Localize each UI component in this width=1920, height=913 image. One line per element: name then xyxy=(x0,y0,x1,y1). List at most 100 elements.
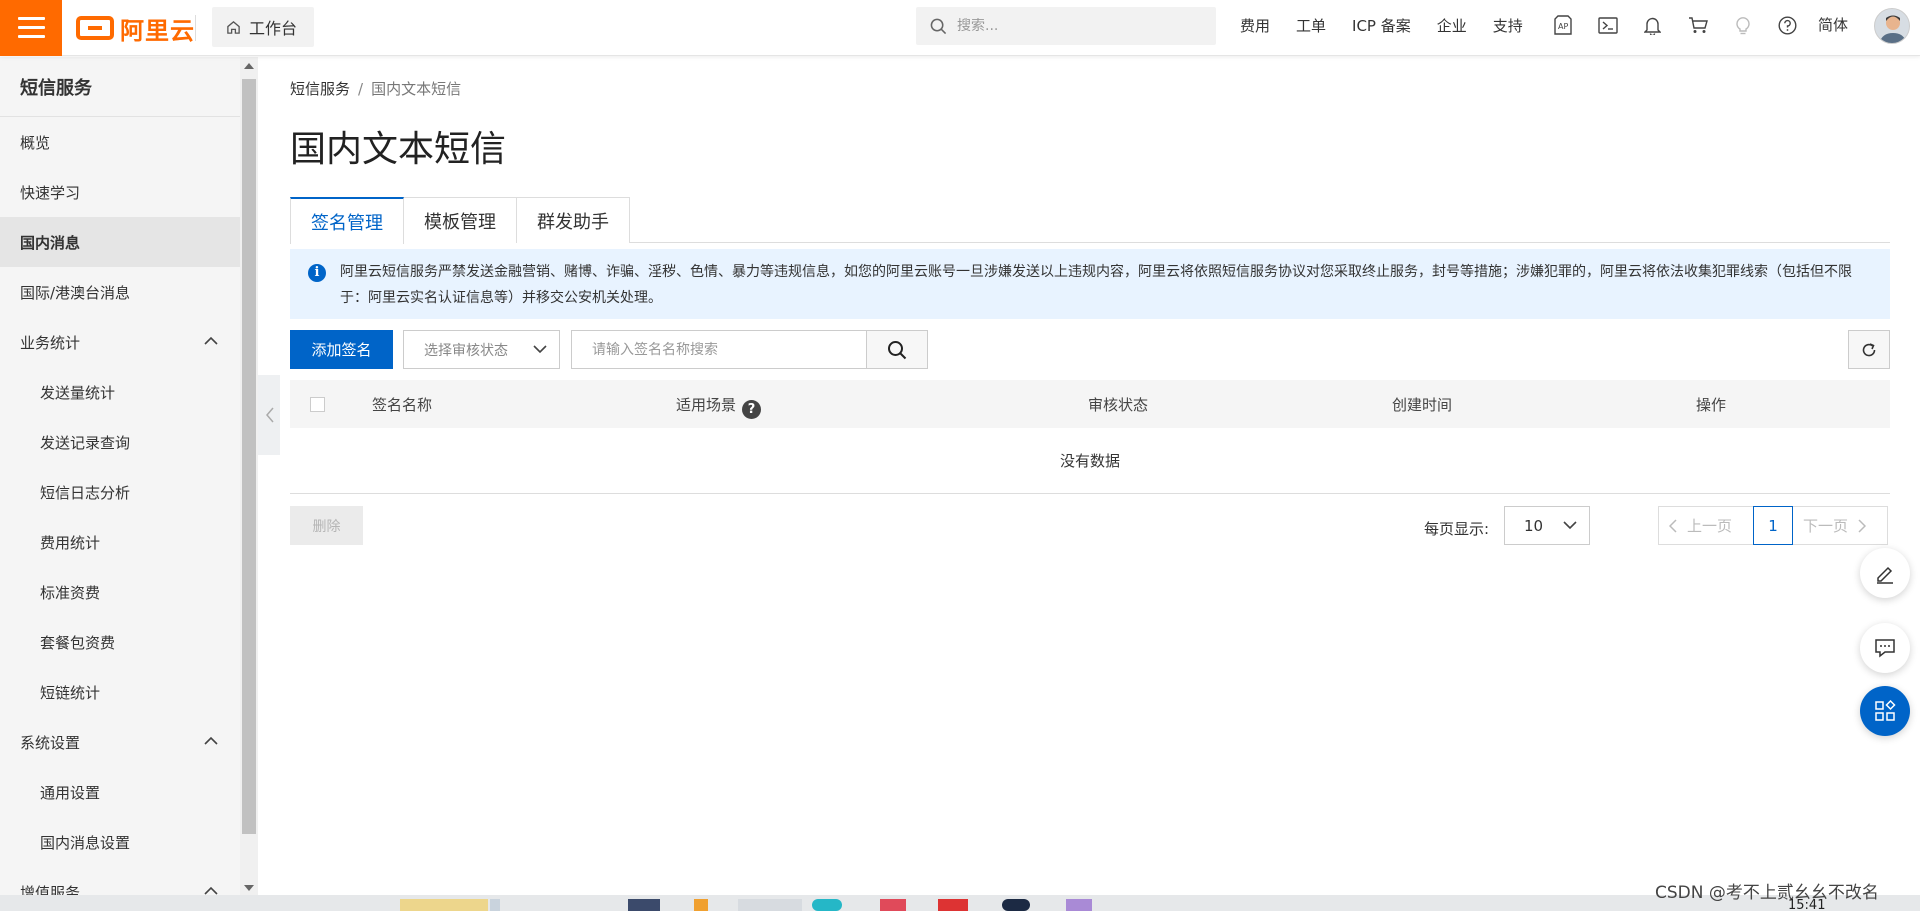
fees-link[interactable]: 费用 xyxy=(1240,15,1270,36)
menu-line xyxy=(18,26,45,29)
taskbar-app-icon[interactable] xyxy=(812,899,842,911)
taskbar-app-icon[interactable] xyxy=(880,899,906,911)
hamburger-menu-button[interactable] xyxy=(0,0,62,56)
workbench-button[interactable]: 工作台 xyxy=(212,7,314,47)
language-switch[interactable]: 简体 xyxy=(1818,14,1848,35)
tab-signature-management[interactable]: 签名管理 xyxy=(290,197,404,244)
signature-name-search[interactable] xyxy=(571,330,867,369)
global-search[interactable] xyxy=(916,7,1216,45)
taskbar-app-icon[interactable] xyxy=(694,899,708,911)
tab-bar: 签名管理 模板管理 群发助手 xyxy=(290,197,1890,244)
tickets-link[interactable]: 工单 xyxy=(1296,15,1326,36)
next-page-button[interactable]: 下一页 xyxy=(1792,506,1888,545)
logo-mark-icon xyxy=(76,16,114,40)
per-page-label: 每页显示: xyxy=(1424,520,1490,538)
sidebar-group-system-settings[interactable]: 系统设置 xyxy=(0,717,240,767)
signature-name-search-input[interactable] xyxy=(572,331,866,368)
chevron-up-icon xyxy=(204,336,218,345)
prev-page-button[interactable]: 上一页 xyxy=(1658,506,1754,545)
sidebar-item-overview[interactable]: 概览 xyxy=(0,117,240,167)
page-title: 国内文本短信 xyxy=(290,129,507,170)
apps-button[interactable] xyxy=(1860,686,1910,736)
feedback-edit-button[interactable] xyxy=(1860,548,1910,598)
sidebar-item-short-link-stats[interactable]: 短链统计 xyxy=(0,667,240,717)
support-link[interactable]: 支持 xyxy=(1493,15,1523,36)
bell-icon[interactable] xyxy=(1630,0,1675,50)
sidebar-item-general-settings[interactable]: 通用设置 xyxy=(0,767,240,817)
chevron-down-icon xyxy=(533,345,547,354)
refresh-button[interactable] xyxy=(1848,330,1890,369)
search-icon xyxy=(888,340,907,359)
column-header-created-time: 创建时间 xyxy=(1392,396,1453,414)
sidebar-item-label: 通用设置 xyxy=(40,783,101,802)
sidebar-item-sms-log-analysis[interactable]: 短信日志分析 xyxy=(0,467,240,517)
sidebar-item-international-messages[interactable]: 国际/港澳台消息 xyxy=(0,267,240,317)
sidebar-item-label: 发送记录查询 xyxy=(40,433,131,452)
select-all-checkbox[interactable] xyxy=(310,397,325,412)
sidebar-item-label: 概览 xyxy=(20,133,51,152)
scrollbar-thumb[interactable] xyxy=(242,79,256,834)
review-status-select[interactable]: 选择审核状态 xyxy=(403,330,560,369)
user-avatar[interactable] xyxy=(1874,8,1910,44)
breadcrumb: 短信服务 / 国内文本短信 xyxy=(290,78,461,99)
sidebar-item-label: 短链统计 xyxy=(40,683,101,702)
breadcrumb-root-link[interactable]: 短信服务 xyxy=(290,80,350,98)
question-mark-icon[interactable]: ? xyxy=(742,400,762,419)
apps-grid-icon xyxy=(1875,700,1896,721)
sidebar-item-label: 国际/港澳台消息 xyxy=(20,283,131,302)
taskbar-app-icon[interactable] xyxy=(1066,899,1092,911)
column-header-actions: 操作 xyxy=(1696,396,1727,414)
taskbar-app-icon[interactable] xyxy=(628,899,660,911)
page-number-button[interactable]: 1 xyxy=(1753,506,1793,545)
icp-filing-link[interactable]: ICP 备案 xyxy=(1352,15,1411,36)
divider xyxy=(195,15,196,41)
sidebar-item-label: 费用统计 xyxy=(40,533,101,552)
taskbar-divider xyxy=(490,899,500,911)
per-page-select[interactable]: 10 xyxy=(1504,506,1590,545)
sidebar-item-send-record-query[interactable]: 发送记录查询 xyxy=(0,417,240,467)
sidebar-item-label: 发送量统计 xyxy=(40,383,116,402)
search-button[interactable] xyxy=(866,330,928,369)
aliyun-logo[interactable]: 阿里云 xyxy=(76,12,195,45)
sidebar-item-label: 国内消息设置 xyxy=(40,833,131,852)
os-taskbar xyxy=(0,895,1920,911)
enterprise-link[interactable]: 企业 xyxy=(1437,15,1467,36)
help-circle-icon[interactable] xyxy=(1765,0,1810,50)
sidebar-item-quick-learn[interactable]: 快速学习 xyxy=(0,167,240,217)
sidebar-group-value-added-services[interactable]: 增值服务 xyxy=(0,867,240,895)
sidebar-item-domestic-message-settings[interactable]: 国内消息设置 xyxy=(0,817,240,867)
sidebar-group-business-stats[interactable]: 业务统计 xyxy=(0,317,240,367)
terminal-icon[interactable] xyxy=(1585,0,1630,50)
sidebar-item-fee-stats[interactable]: 费用统计 xyxy=(0,517,240,567)
sidebar-item-label: 业务统计 xyxy=(20,333,81,352)
add-signature-button[interactable]: 添加签名 xyxy=(290,330,393,369)
scroll-up-arrow[interactable] xyxy=(244,63,254,69)
sidebar-item-standard-pricing[interactable]: 标准资费 xyxy=(0,567,240,617)
chat-button[interactable] xyxy=(1860,623,1910,673)
edit-icon xyxy=(1877,566,1893,584)
api-icon[interactable]: AP xyxy=(1540,0,1585,50)
sidebar-item-label: 套餐包资费 xyxy=(40,633,116,652)
taskbar-app-icon[interactable] xyxy=(1002,899,1030,911)
scroll-down-arrow[interactable] xyxy=(244,885,254,891)
chevron-up-icon xyxy=(204,736,218,745)
cart-icon[interactable] xyxy=(1675,0,1720,50)
tab-template-management[interactable]: 模板管理 xyxy=(403,197,517,243)
tab-bulk-send-assistant[interactable]: 群发助手 xyxy=(516,197,630,243)
taskbar-app-icon[interactable] xyxy=(738,899,802,911)
sidebar-scrollbar[interactable] xyxy=(240,57,258,895)
lightbulb-icon[interactable] xyxy=(1720,0,1765,50)
sidebar-item-label: 系统设置 xyxy=(20,733,81,752)
sidebar-item-send-volume-stats[interactable]: 发送量统计 xyxy=(0,367,240,417)
delete-button[interactable]: 删除 xyxy=(290,506,363,545)
sidebar-collapse-button[interactable] xyxy=(258,375,280,455)
sidebar-item-domestic-messages[interactable]: 国内消息 xyxy=(0,217,240,267)
taskbar-app-icon[interactable] xyxy=(400,899,488,911)
chevron-down-icon xyxy=(1563,521,1577,530)
svg-text:AP: AP xyxy=(1558,22,1568,31)
chevron-left-icon xyxy=(1669,518,1677,533)
global-search-input[interactable] xyxy=(957,18,1187,34)
sidebar-item-package-pricing[interactable]: 套餐包资费 xyxy=(0,617,240,667)
review-status-placeholder: 选择审核状态 xyxy=(424,342,508,359)
taskbar-app-icon[interactable] xyxy=(938,899,968,911)
